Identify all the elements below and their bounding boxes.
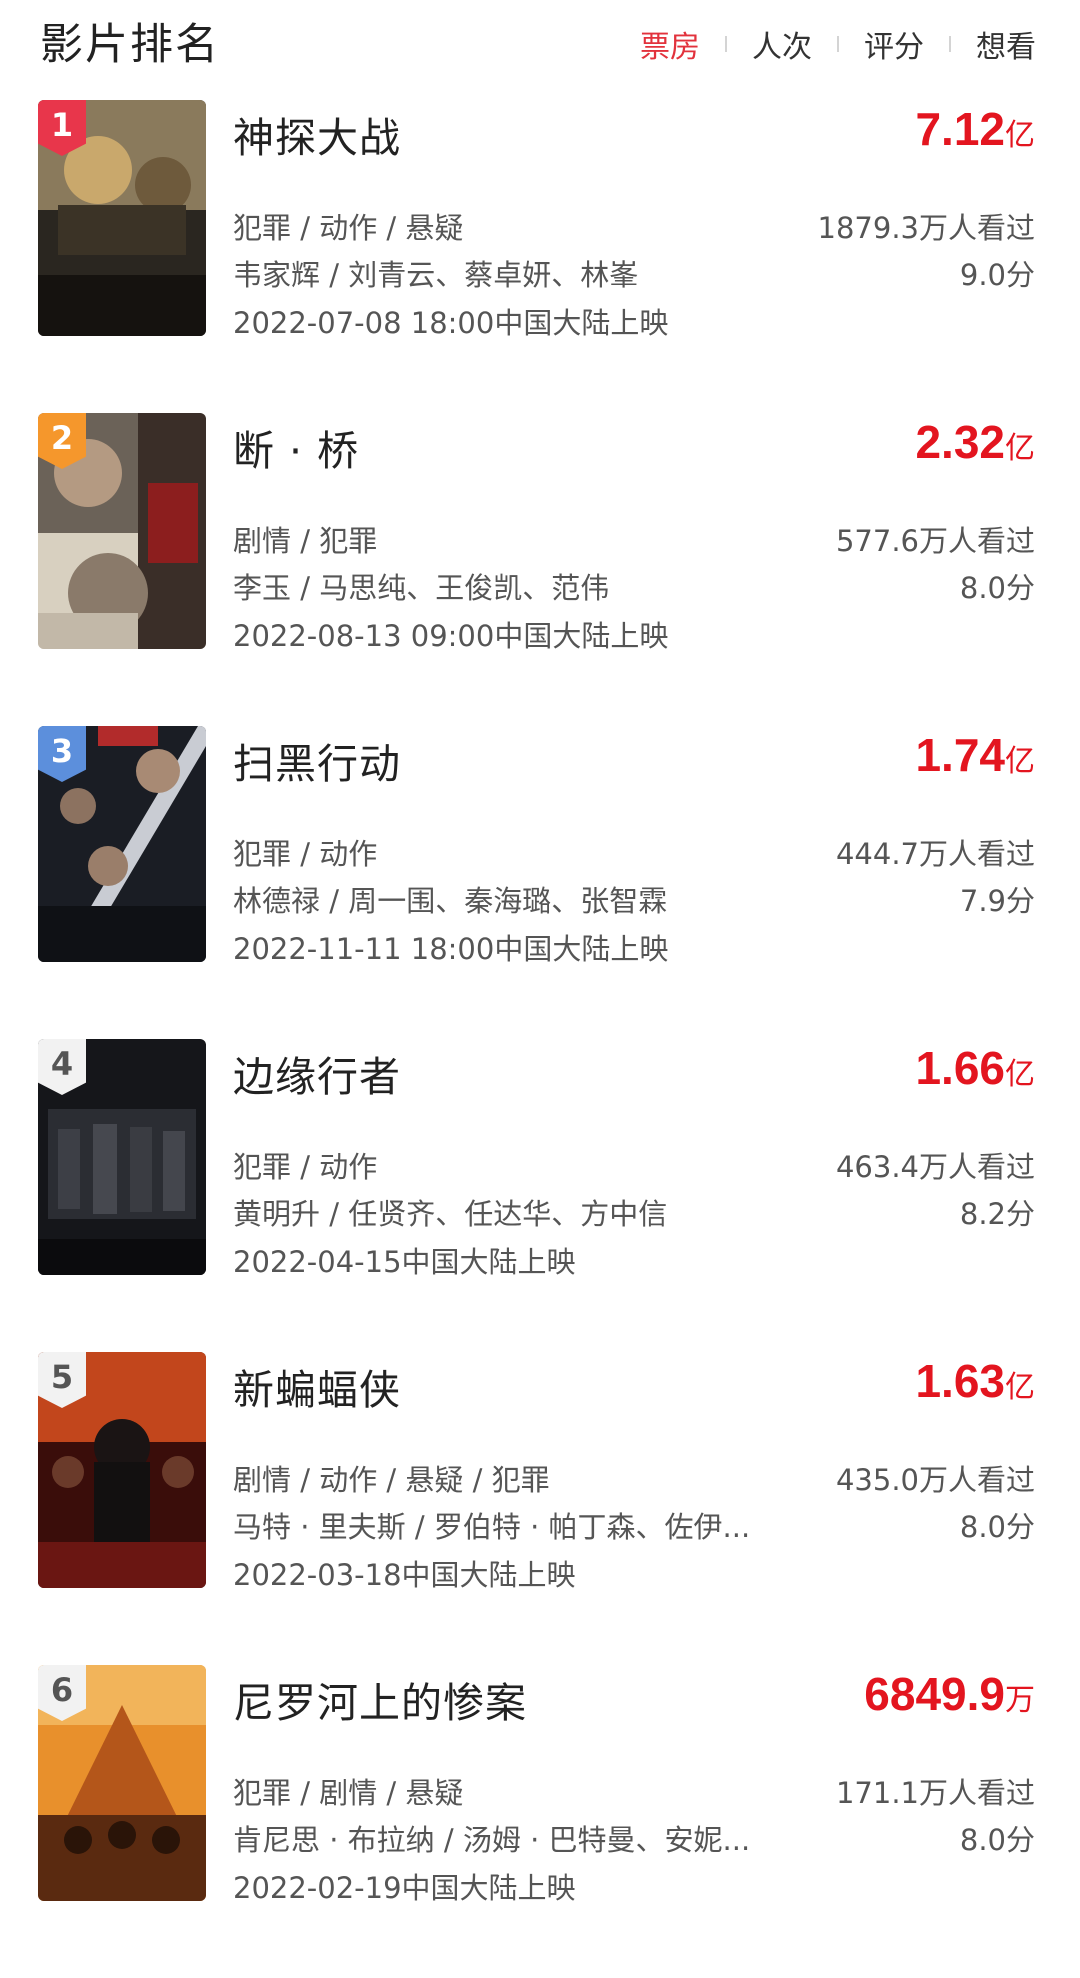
movie-score: 7.9分 [959,884,1035,918]
box-office-value: 7.12亿 [915,102,1035,156]
box-office-value: 1.66亿 [915,1041,1035,1095]
movie-score: 8.0分 [959,1510,1035,1544]
movie-poster[interactable]: 6 [38,1665,206,1901]
movie-row[interactable]: 6 尼罗河上的惨案 6849.9万 犯罪 / 剧情 / 悬疑 肯尼思 · 布拉纳… [0,1665,1080,1978]
viewer-count: 435.0万人看过 [835,1463,1035,1497]
tab-divider [837,36,839,52]
movie-score: 8.0分 [959,571,1035,605]
movie-genres: 犯罪 / 动作 [233,1150,378,1184]
movie-row[interactable]: 2 断 · 桥 2.32亿 剧情 / 犯罪 李玉 / 马思纯、王俊凯、范伟 20… [0,413,1080,726]
tab-admissions[interactable]: 人次 [752,22,812,66]
tab-want-to-see[interactable]: 想看 [976,22,1036,66]
movie-genres: 剧情 / 动作 / 悬疑 / 犯罪 [233,1463,550,1497]
box-office-unit: 亿 [1005,119,1035,152]
box-office-unit: 亿 [1005,1058,1035,1091]
tab-box-office[interactable]: 票房 [640,22,700,66]
movie-cast: 李玉 / 马思纯、王俊凯、范伟 [233,571,610,605]
viewer-count: 171.1万人看过 [835,1776,1035,1810]
movie-poster[interactable]: 2 [38,413,206,649]
release-date: 2022-04-15中国大陆上映 [233,1245,576,1279]
movie-cast: 马特 · 里夫斯 / 罗伯特 · 帕丁森、佐伊... [233,1510,751,1544]
movie-genres: 犯罪 / 动作 [233,837,378,871]
box-office-unit: 亿 [1005,432,1035,465]
box-office-number: 6849.9 [864,1668,1005,1720]
release-date: 2022-02-19中国大陆上映 [233,1871,576,1905]
tab-divider [949,36,951,52]
sort-tabs: 票房 人次 评分 想看 [640,22,1036,66]
movie-genres: 犯罪 / 动作 / 悬疑 [233,211,464,245]
movie-cast: 肯尼思 · 布拉纳 / 汤姆 · 巴特曼、安妮... [233,1823,751,1857]
movie-score: 9.0分 [959,258,1035,292]
movie-title[interactable]: 扫黑行动 [233,730,401,790]
box-office-value: 1.63亿 [915,1354,1035,1408]
viewer-count: 463.4万人看过 [835,1150,1035,1184]
movie-title[interactable]: 新蝙蝠侠 [233,1356,401,1416]
box-office-number: 7.12 [915,103,1005,155]
movie-cast: 韦家辉 / 刘青云、蔡卓妍、林峯 [233,258,639,292]
box-office-unit: 亿 [1005,745,1035,778]
box-office-value: 2.32亿 [915,415,1035,469]
movie-genres: 剧情 / 犯罪 [233,524,378,558]
viewer-count: 577.6万人看过 [835,524,1035,558]
movie-poster[interactable]: 4 [38,1039,206,1275]
viewer-count: 444.7万人看过 [835,837,1035,871]
box-office-unit: 亿 [1005,1371,1035,1404]
ranking-header: 影片排名 票房 人次 评分 想看 [0,0,1080,86]
viewer-count: 1879.3万人看过 [817,211,1035,245]
movie-row[interactable]: 5 新蝙蝠侠 1.63亿 剧情 / 动作 / 悬疑 / 犯罪 马特 · 里夫斯 … [0,1352,1080,1665]
movie-ranking-list: 1 神探大战 7.12亿 犯罪 / 动作 / 悬疑 韦家辉 / 刘青云、蔡卓妍、… [0,100,1080,1978]
movie-row[interactable]: 4 边缘行者 1.66亿 犯罪 / 动作 黄明升 / 任贤齐、任达华、方中信 2… [0,1039,1080,1352]
box-office-unit: 万 [1005,1684,1035,1717]
box-office-number: 1.63 [915,1355,1005,1407]
release-date: 2022-07-08 18:00中国大陆上映 [233,306,669,340]
release-date: 2022-03-18中国大陆上映 [233,1558,576,1592]
tab-divider [725,36,727,52]
movie-score: 8.0分 [959,1823,1035,1857]
tab-rating[interactable]: 评分 [864,22,924,66]
movie-row[interactable]: 3 扫黑行动 1.74亿 犯罪 / 动作 林德禄 / 周一围、秦海璐、张智霖 2… [0,726,1080,1039]
movie-cast: 黄明升 / 任贤齐、任达华、方中信 [233,1197,668,1231]
box-office-value: 1.74亿 [915,728,1035,782]
movie-poster[interactable]: 3 [38,726,206,962]
box-office-number: 1.74 [915,729,1005,781]
movie-score: 8.2分 [959,1197,1035,1231]
release-date: 2022-11-11 18:00中国大陆上映 [233,932,669,966]
movie-genres: 犯罪 / 剧情 / 悬疑 [233,1776,464,1810]
movie-title[interactable]: 神探大战 [233,104,401,164]
movie-cast: 林德禄 / 周一围、秦海璐、张智霖 [233,884,668,918]
movie-title[interactable]: 尼罗河上的惨案 [233,1669,527,1729]
box-office-number: 2.32 [915,416,1005,468]
page-title: 影片排名 [40,20,220,70]
movie-poster[interactable]: 1 [38,100,206,336]
box-office-number: 1.66 [915,1042,1005,1094]
box-office-value: 6849.9万 [864,1667,1035,1721]
movie-row[interactable]: 1 神探大战 7.12亿 犯罪 / 动作 / 悬疑 韦家辉 / 刘青云、蔡卓妍、… [0,100,1080,413]
movie-poster[interactable]: 5 [38,1352,206,1588]
movie-title[interactable]: 断 · 桥 [233,417,359,477]
release-date: 2022-08-13 09:00中国大陆上映 [233,619,669,653]
movie-title[interactable]: 边缘行者 [233,1043,401,1103]
